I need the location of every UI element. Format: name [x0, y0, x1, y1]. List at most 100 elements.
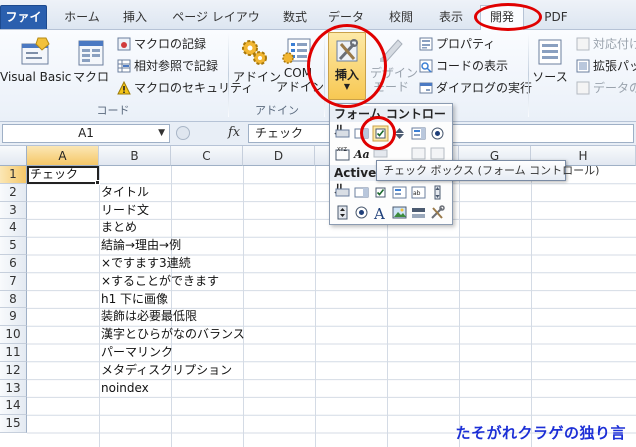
cell-b13[interactable]: noindex — [101, 380, 149, 398]
relative-reference-button[interactable]: 相対参照で記録 — [117, 57, 218, 75]
formula-options-icon[interactable] — [176, 126, 190, 140]
chevron-down-icon[interactable]: ▼ — [158, 125, 165, 142]
ax-option-button-icon[interactable] — [353, 204, 370, 221]
annotation-circle-checkbox — [360, 116, 396, 150]
row-header[interactable]: 15 — [0, 415, 27, 433]
cell-b8[interactable]: h1 下に画像 — [101, 291, 168, 309]
ax-toggle-button-icon[interactable] — [410, 204, 427, 221]
ax-text-box-icon[interactable]: ab — [410, 184, 427, 201]
record-macro-button[interactable]: マクロの記録 — [117, 35, 206, 53]
row-header[interactable]: 6 — [0, 255, 27, 273]
cell-b9[interactable]: 装飾は必要最低限 — [101, 308, 197, 326]
row-header[interactable]: 4 — [0, 219, 27, 238]
ax-scroll-bar-icon[interactable] — [429, 184, 446, 201]
tab-home[interactable]: ホーム — [60, 6, 104, 28]
row-header[interactable]: 11 — [0, 344, 27, 362]
expansion-packs-icon — [576, 59, 590, 73]
macro-icon — [78, 40, 104, 66]
watermark-text: たそがれクラゲの独り言 — [455, 424, 626, 442]
column-header-d[interactable]: D — [243, 146, 315, 166]
group-box-control-icon[interactable]: XYZ — [334, 145, 351, 162]
row-header[interactable]: 13 — [0, 379, 27, 398]
cell-b3[interactable]: リード文 — [101, 202, 149, 220]
more-controls-icon[interactable] — [429, 204, 446, 221]
properties-button[interactable]: プロパティ — [419, 35, 495, 53]
cell-b4[interactable]: まとめ — [101, 219, 137, 237]
button-control-icon[interactable] — [334, 125, 351, 142]
row-header[interactable]: 7 — [0, 272, 27, 291]
run-dialog-label: ダイアログの実行 — [436, 81, 533, 95]
ax-spin-button-icon[interactable] — [334, 204, 351, 221]
expansion-packs-button[interactable]: 拡張パッ — [576, 57, 636, 75]
cell-b7[interactable]: ×することができます — [101, 273, 219, 291]
option-button-control-icon[interactable] — [429, 125, 446, 142]
row-header[interactable]: 14 — [0, 397, 27, 416]
record-macro-icon — [117, 37, 131, 51]
row-header[interactable]: 2 — [0, 183, 27, 202]
view-code-icon — [419, 59, 433, 73]
annotation-circle-insert-button — [307, 24, 387, 108]
annotation-circle-developer-tab — [474, 3, 542, 31]
worksheet-grid[interactable]: A B C D E F G H 1 2 3 4 5 6 7 8 9 10 11 … — [0, 146, 636, 447]
warning-icon — [117, 81, 131, 95]
name-box-value: A1 — [78, 126, 94, 140]
visual-basic-icon — [21, 37, 50, 65]
ax-checkbox-icon[interactable] — [372, 184, 389, 201]
row-header[interactable]: 8 — [0, 290, 27, 309]
refresh-data-icon — [576, 81, 590, 95]
cell-b10[interactable]: 漢字とひらがなのバランス — [101, 326, 245, 344]
properties-icon — [419, 37, 433, 51]
name-box[interactable]: A1 ▼ — [2, 124, 170, 143]
select-all-corner[interactable] — [0, 146, 27, 166]
row-header[interactable]: 12 — [0, 361, 27, 380]
row-header[interactable]: 9 — [0, 308, 27, 327]
properties-label: プロパティ — [436, 37, 496, 51]
visual-basic-button[interactable]: Visual Basic — [0, 36, 72, 84]
addin-label: アドイン — [233, 70, 282, 84]
row-header[interactable]: 3 — [0, 201, 27, 220]
column-header-a[interactable]: A — [27, 146, 99, 166]
map-properties-button[interactable]: 対応付け — [576, 35, 636, 53]
run-dialog-button[interactable]: ダイアログの実行 — [419, 79, 532, 97]
label-control-icon[interactable]: Aa — [353, 145, 370, 162]
svg-text:A: A — [373, 205, 385, 221]
list-box-control-icon[interactable] — [410, 125, 427, 142]
visual-basic-label: Visual Basic — [0, 70, 72, 84]
svg-text:XYZ: XYZ — [337, 147, 347, 153]
column-header-b[interactable]: B — [99, 146, 171, 166]
view-code-button[interactable]: コードの表示 — [419, 57, 508, 75]
ax-button-icon[interactable] — [334, 184, 351, 201]
svg-text:ab: ab — [413, 190, 421, 197]
ax-image-icon[interactable] — [391, 204, 408, 221]
tab-formulas[interactable]: 数式 — [276, 6, 314, 28]
cell-b11[interactable]: パーマリンク — [101, 344, 173, 362]
tab-review[interactable]: 校閲 — [382, 6, 420, 28]
refresh-data-button[interactable]: データの — [576, 79, 636, 97]
tab-view[interactable]: 表示 — [432, 6, 470, 28]
macro-button[interactable]: マクロ — [72, 36, 110, 84]
insert-function-icon[interactable]: fx — [228, 125, 240, 140]
row-header[interactable]: 1 — [0, 166, 27, 184]
group-separator — [228, 33, 229, 117]
addin-button[interactable]: アドイン — [233, 36, 282, 84]
ax-list-box-icon[interactable] — [391, 184, 408, 201]
xml-source-button[interactable]: ソース — [532, 36, 568, 84]
cell-b6[interactable]: ×ですます3連続 — [101, 255, 191, 273]
tab-insert[interactable]: 挿入 — [116, 6, 154, 28]
record-macro-label: マクロの記録 — [134, 37, 207, 51]
row-header[interactable]: 10 — [0, 326, 27, 344]
tab-file[interactable]: ファイル — [0, 5, 47, 46]
map-properties-icon — [576, 37, 590, 51]
gear-icon — [242, 40, 267, 65]
row-header[interactable]: 5 — [0, 237, 27, 255]
fill-handle[interactable] — [95, 180, 100, 185]
ax-label-icon[interactable]: A — [372, 204, 389, 221]
cell-b12[interactable]: メタディスクリプション — [101, 362, 232, 380]
tab-page-layout[interactable]: ページ レイアウト — [167, 6, 265, 46]
ax-combo-box-icon[interactable] — [353, 184, 370, 201]
column-header-c[interactable]: C — [171, 146, 243, 166]
view-code-label: コードの表示 — [436, 59, 509, 73]
tab-pdf[interactable]: PDF — [536, 6, 576, 28]
cell-b5[interactable]: 結論→理由→例 — [101, 237, 181, 255]
cell-b2[interactable]: タイトル — [101, 184, 149, 202]
